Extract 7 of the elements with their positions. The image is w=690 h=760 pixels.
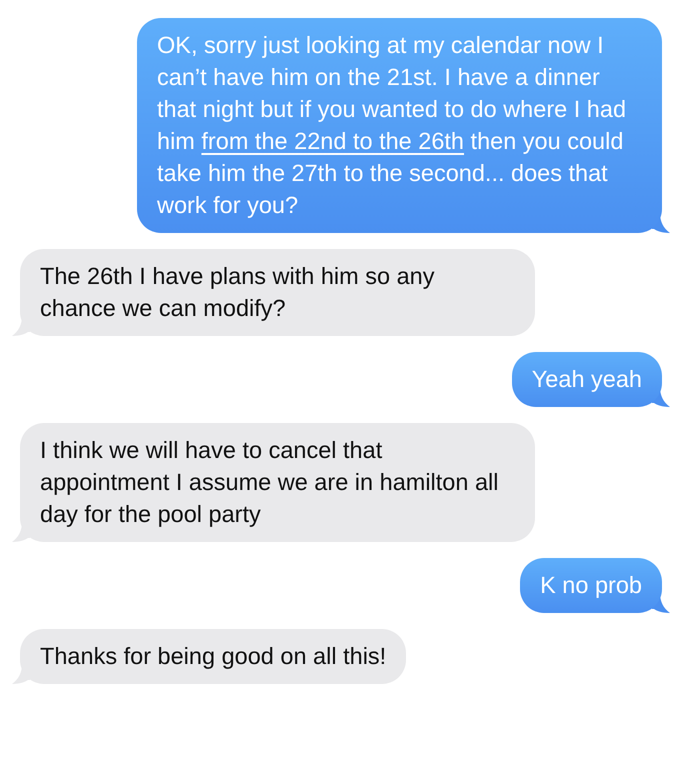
received-message-bubble: Thanks for being good on all this! xyxy=(20,629,406,684)
sent-message-bubble: Yeah yeah xyxy=(512,352,662,407)
received-message-bubble: The 26th I have plans with him so any chance we can modify? xyxy=(20,249,535,336)
received-message-bubble: I think we will have to cancel that appointment I assume we are in hamilton all day for the pool party xyxy=(20,423,535,542)
date-link[interactable]: from the 22nd to the 26th xyxy=(201,128,464,154)
sent-message-bubble: K no prob xyxy=(520,558,662,613)
sent-message-bubble: OK, sorry just looking at my calendar now I can’t have him on the 21st. I have a dinner that night but if you wanted to do where I had him from the 22nd to the 26th then you could take him the 27th to the second... does that work for you? xyxy=(137,18,662,233)
